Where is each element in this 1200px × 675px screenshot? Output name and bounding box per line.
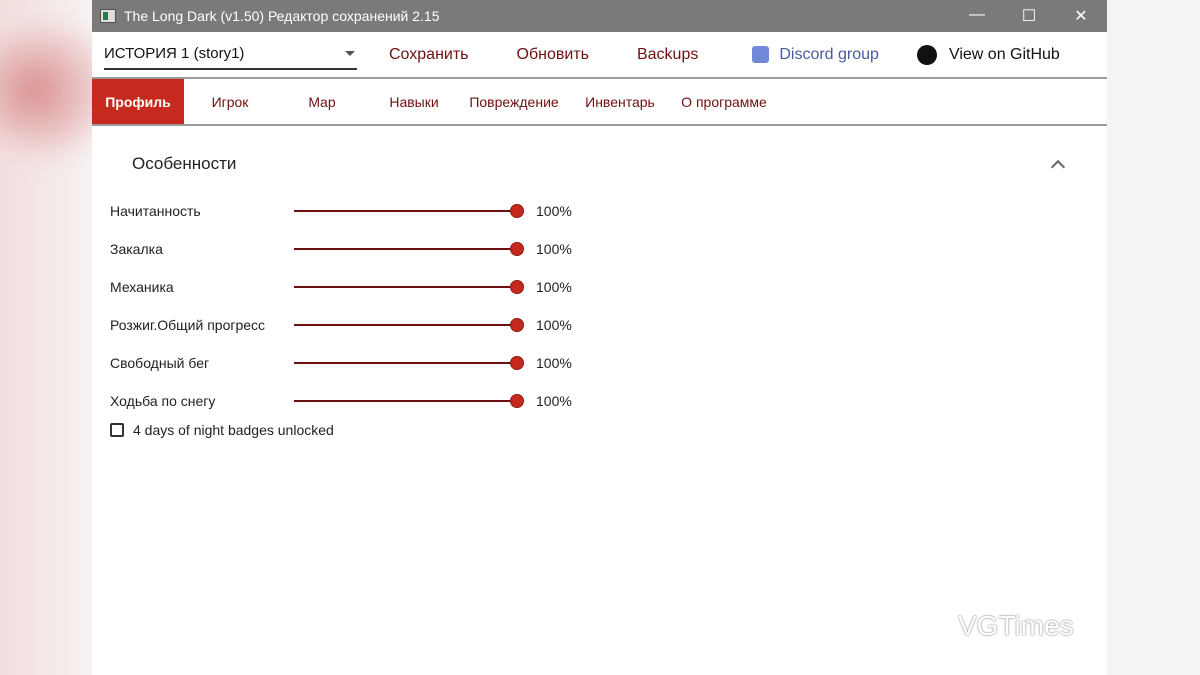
app-icon: [100, 9, 116, 23]
feat-slider[interactable]: [294, 394, 524, 408]
tab-player[interactable]: Игрок: [184, 79, 276, 124]
feat-row: Начитанность 100%: [110, 192, 1107, 230]
backups-button[interactable]: Backups: [637, 46, 698, 64]
slider-thumb[interactable]: [510, 242, 524, 256]
feat-value: 100%: [536, 317, 572, 333]
tab-profile[interactable]: Профиль: [92, 79, 184, 124]
github-link[interactable]: View on GitHub: [916, 44, 1060, 65]
save-select[interactable]: ИСТОРИЯ 1 (story1): [104, 40, 357, 70]
feat-label: Механика: [110, 279, 174, 295]
refresh-button[interactable]: Обновить: [517, 46, 589, 64]
discord-label: Discord group: [779, 45, 879, 63]
section-title: Особенности: [132, 153, 237, 173]
night-badges-checkbox[interactable]: 4 days of night badges unlocked: [110, 422, 1107, 438]
feat-row: Розжиг.Общий прогресс 100%: [110, 306, 1107, 344]
caret-down-icon: [345, 51, 355, 56]
tab-skills[interactable]: Навыки: [368, 79, 460, 124]
feat-value: 100%: [536, 203, 572, 219]
feat-label: Закалка: [110, 241, 163, 257]
feat-value: 100%: [536, 393, 572, 409]
tab-bar: Профиль Игрок Map Навыки Повреждение Инв…: [92, 79, 1107, 126]
feat-row: Ходьба по снегу 100%: [110, 382, 1107, 420]
feat-value: 100%: [536, 279, 572, 295]
save-select-value: ИСТОРИЯ 1 (story1): [104, 45, 245, 62]
checkbox-box[interactable]: [110, 423, 124, 437]
feat-slider[interactable]: [294, 242, 524, 256]
feat-label: Розжиг.Общий прогресс: [110, 317, 266, 333]
feats-section: Особенности Начитанность 100% Закалка 100% М…: [92, 126, 1107, 438]
close-button[interactable]: ✕: [1055, 6, 1107, 26]
feat-label: Свободный бег: [110, 355, 210, 371]
toolbar: ИСТОРИЯ 1 (story1) Сохранить Обновить Ba…: [92, 32, 1107, 79]
minimize-button[interactable]: —: [951, 6, 1003, 26]
feat-slider[interactable]: [294, 204, 524, 218]
feat-slider[interactable]: [294, 318, 524, 332]
tab-about[interactable]: О программе: [672, 79, 776, 124]
slider-thumb[interactable]: [510, 394, 524, 408]
feat-value: 100%: [536, 241, 572, 257]
github-label: View on GitHub: [948, 45, 1060, 63]
tab-damage[interactable]: Повреждение: [460, 79, 568, 124]
window-title: The Long Dark (v1.50) Редактор сохранени…: [124, 8, 440, 24]
slider-thumb[interactable]: [510, 356, 524, 370]
tab-map[interactable]: Map: [276, 79, 368, 124]
checkbox-label: 4 days of night badges unlocked: [133, 422, 334, 438]
section-header[interactable]: Особенности: [110, 126, 1107, 201]
maximize-button[interactable]: ☐: [1003, 6, 1055, 26]
slider-thumb[interactable]: [510, 280, 524, 294]
title-bar: The Long Dark (v1.50) Редактор сохранени…: [92, 0, 1107, 32]
feat-label: Ходьба по снегу: [110, 393, 216, 409]
slider-thumb[interactable]: [510, 204, 524, 218]
feat-row: Закалка 100%: [110, 230, 1107, 268]
chevron-up-icon[interactable]: [1050, 159, 1066, 174]
tab-inventory[interactable]: Инвентарь: [568, 79, 672, 124]
github-icon: [916, 44, 937, 65]
feat-slider[interactable]: [294, 356, 524, 370]
feat-slider[interactable]: [294, 280, 524, 294]
save-button[interactable]: Сохранить: [389, 46, 469, 64]
discord-icon: [752, 46, 770, 63]
watermark: VGTimes: [958, 610, 1074, 641]
app-window: The Long Dark (v1.50) Редактор сохранени…: [92, 0, 1107, 675]
feat-row: Механика 100%: [110, 268, 1107, 306]
slider-thumb[interactable]: [510, 318, 524, 332]
feat-label: Начитанность: [110, 203, 201, 219]
feat-row: Свободный бег 100%: [110, 344, 1107, 382]
feat-value: 100%: [536, 355, 572, 371]
discord-link[interactable]: Discord group: [752, 46, 879, 64]
